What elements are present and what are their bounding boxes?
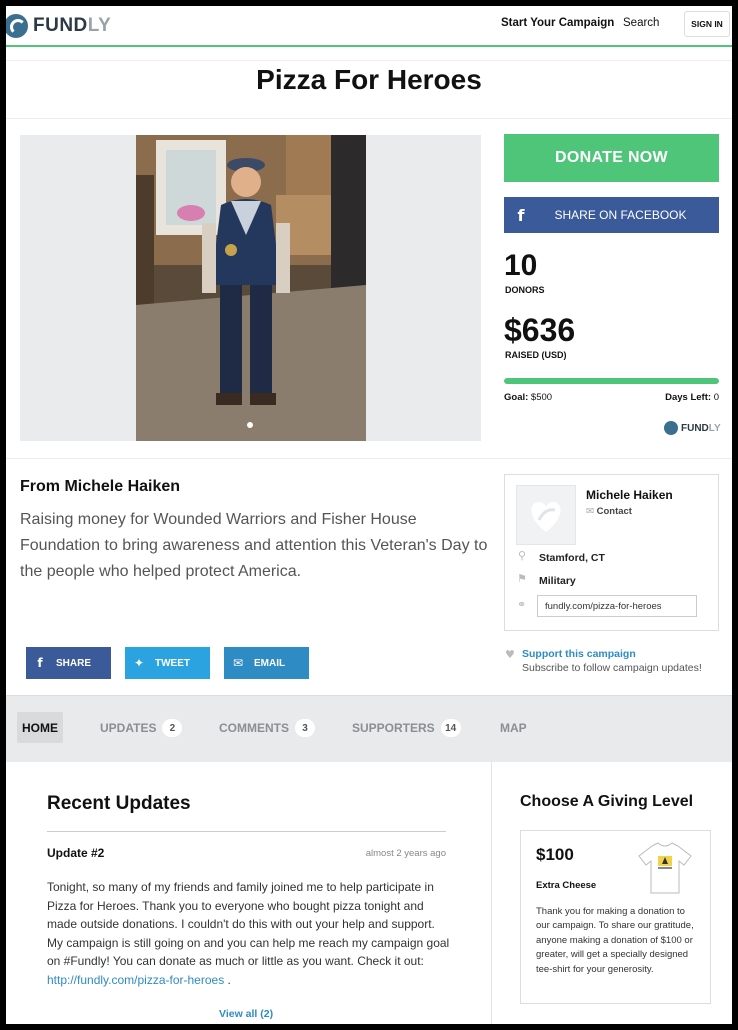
- header-accent-bar: [6, 45, 732, 47]
- envelope-icon: ✉: [232, 656, 244, 670]
- tab-updates-label: UPDATES: [100, 721, 157, 735]
- view-all-updates-link[interactable]: View all (2): [219, 1008, 273, 1020]
- tweet-button[interactable]: ✦ TWEET: [125, 647, 210, 679]
- start-campaign-link[interactable]: Start Your Campaign: [501, 17, 614, 29]
- heart-icon: ♥: [505, 648, 515, 661]
- goal: Goal: $500: [504, 392, 552, 403]
- logo-text: FUNDLY: [33, 15, 112, 36]
- divider: [6, 118, 732, 119]
- tab-supporters-label: SUPPORTERS: [352, 721, 435, 735]
- campaign-photo: [136, 135, 366, 441]
- contact-link[interactable]: ✉ Contact: [586, 506, 632, 517]
- powered-by-fundly-logo: FUNDLY: [664, 421, 721, 435]
- tab-updates[interactable]: UPDATES 2: [100, 718, 183, 738]
- divider: [6, 458, 732, 459]
- days-left-label: Days Left:: [665, 392, 712, 403]
- update-text-end: .: [224, 972, 231, 987]
- mini-logo-text: FUNDLY: [681, 422, 721, 434]
- divider: [47, 831, 446, 832]
- campaign-link[interactable]: http://fundly.com/pizza-for-heroes: [47, 973, 224, 987]
- campaign-url-field[interactable]: fundly.com/pizza-for-heroes: [537, 595, 697, 617]
- carousel-dot[interactable]: [247, 422, 253, 428]
- supporters-count-badge: 14: [440, 719, 461, 737]
- fundly-logo-icon: [6, 14, 28, 38]
- email-label: EMAIL: [254, 657, 286, 669]
- recent-updates-heading: Recent Updates: [47, 793, 191, 814]
- giving-amount: $100: [536, 845, 574, 864]
- tab-comments[interactable]: COMMENTS 3: [219, 718, 315, 738]
- updates-count-badge: 2: [162, 719, 183, 737]
- update-title[interactable]: Update #2: [47, 846, 104, 860]
- tab-comments-label: COMMENTS: [219, 721, 289, 735]
- from-organizer: From Michele Haiken: [20, 478, 181, 495]
- tweet-label: TWEET: [155, 657, 190, 669]
- donors-count: 10: [504, 249, 538, 282]
- fundly-logo[interactable]: FUNDLY: [6, 11, 111, 41]
- update-timestamp: almost 2 years ago: [365, 848, 446, 859]
- giving-level-heading: Choose A Giving Level: [520, 793, 694, 810]
- location-text: Stamford, CT: [539, 552, 605, 564]
- goal-value: $500: [530, 392, 553, 403]
- envelope-icon: ✉: [586, 506, 594, 517]
- update-text: Tonight, so many of my friends and famil…: [47, 880, 450, 968]
- tab-supporters[interactable]: SUPPORTERS 14: [352, 718, 461, 738]
- page: FUNDLY Start Your Campaign Search SIGN I…: [6, 6, 732, 1024]
- sign-in-button[interactable]: SIGN IN: [684, 11, 730, 37]
- progress-fill: [504, 378, 719, 384]
- location-pin-icon: ⚲: [518, 549, 527, 562]
- tshirt-image: [636, 840, 694, 896]
- raised-amount: $636: [504, 312, 576, 348]
- days-left-value: 0: [713, 392, 719, 403]
- share-on-facebook-button[interactable]: f SHARE ON FACEBOOK: [504, 197, 719, 233]
- contact-label: Contact: [596, 506, 632, 517]
- tab-map[interactable]: MAP: [500, 718, 527, 738]
- divider: [6, 60, 732, 61]
- twitter-icon: ✦: [133, 656, 145, 670]
- search-link[interactable]: Search: [623, 17, 659, 29]
- campaign-description: Raising money for Wounded Warriors and F…: [20, 511, 488, 580]
- share-on-facebook-label: SHARE ON FACEBOOK: [554, 208, 687, 222]
- tab-home[interactable]: HOME: [17, 712, 63, 743]
- days-left: Days Left: 0: [604, 392, 719, 403]
- facebook-icon: f: [517, 205, 525, 225]
- link-icon: ⚭: [517, 598, 527, 611]
- support-campaign-link[interactable]: Support this campaign: [522, 648, 636, 660]
- donors-label: DONORS: [505, 285, 545, 295]
- fundly-mark-icon: [664, 421, 678, 435]
- giving-level-description: Thank you for making a donation to our c…: [536, 906, 694, 975]
- avatar: [516, 485, 576, 545]
- giving-level-name: Extra Cheese: [536, 880, 597, 891]
- column-divider: [491, 762, 492, 1024]
- facebook-icon: f: [37, 656, 43, 670]
- category-text: Military: [539, 575, 576, 587]
- share-facebook-button[interactable]: f SHARE: [26, 647, 111, 679]
- email-button[interactable]: ✉ EMAIL: [224, 647, 309, 679]
- campaign-title: Pizza For Heroes: [256, 64, 482, 95]
- organizer-name[interactable]: Michele Haiken: [586, 488, 673, 502]
- donate-now-button[interactable]: DONATE NOW: [504, 134, 719, 182]
- subscribe-text: Subscribe to follow campaign updates!: [522, 662, 702, 674]
- goal-label: Goal:: [504, 392, 529, 403]
- update-body: Tonight, so many of my friends and famil…: [47, 878, 452, 989]
- share-label: SHARE: [56, 657, 92, 669]
- raised-label: RAISED (USD): [505, 350, 567, 360]
- comments-count-badge: 3: [295, 719, 315, 737]
- funding-progress-bar: [504, 378, 719, 384]
- category-icon: ⚑: [517, 572, 527, 585]
